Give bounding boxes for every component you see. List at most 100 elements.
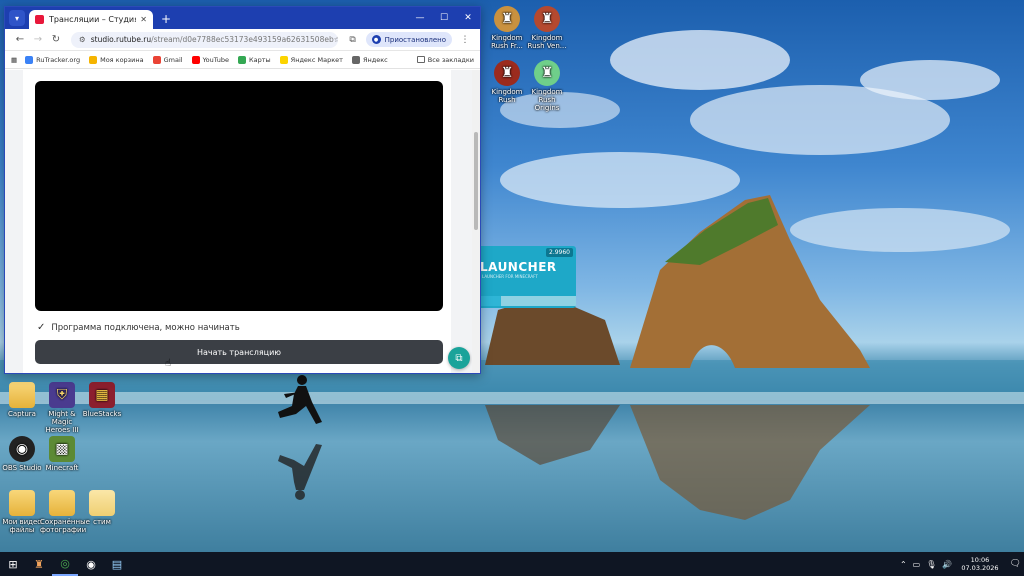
bookmark-item[interactable]: Яндекс Маркет: [279, 55, 343, 64]
clock[interactable]: 10:06 07.03.2026: [961, 556, 998, 572]
page-scrollbar[interactable]: [472, 70, 480, 373]
checkmark-icon: ✓: [37, 322, 46, 333]
all-bookmarks-button[interactable]: Все закладки: [416, 56, 474, 64]
page-viewport: ✓ Программа подключена, можно начинать Н…: [5, 70, 480, 373]
back-arrow-icon[interactable]: ←: [11, 34, 29, 45]
window-controls: — ☐ ✕: [408, 7, 480, 29]
yandex-icon: [351, 55, 360, 64]
heroes-shield-icon: ⛨: [49, 382, 75, 408]
yandex-market-icon: [279, 55, 288, 64]
desktop-icon-kingdom-rush[interactable]: ♜ Kingdom Rush: [485, 60, 529, 104]
windows-start-icon[interactable]: ⊞: [0, 552, 26, 576]
minimize-button[interactable]: —: [408, 7, 432, 29]
obs-taskbar-icon[interactable]: ◉: [78, 552, 104, 576]
menu-kebab-icon[interactable]: ⋮: [456, 35, 474, 45]
clock-time: 10:06: [970, 556, 990, 564]
launcher-version: 2.9960: [546, 248, 573, 257]
taskbar: ⊞ ♜ ◎ ◉ ▤ ⌃ ▭ 🎙 🔊 10:06 07.03.2026 🗨: [0, 552, 1024, 576]
launcher-title: LAUNCHER: [480, 260, 557, 274]
tab-rutube-studio[interactable]: Трансляции – Студия RUTUBE ✕: [29, 10, 153, 29]
desktop-icon-videos[interactable]: Мои видео файлы: [0, 490, 44, 534]
url-host: studio.rutube.ru: [90, 35, 152, 44]
kingdom-rush-icon: ♜: [534, 6, 560, 32]
launcher-taskbar-icon[interactable]: ▤: [104, 552, 130, 576]
support-chat-icon[interactable]: ⧉: [448, 347, 470, 369]
desktop-icon-captura[interactable]: Captura: [0, 382, 44, 418]
desktop-icon-kingdom-rush-vengeance[interactable]: ♜ Kingdom Rush Ven...: [525, 6, 569, 50]
folder-icon: [49, 490, 75, 516]
stream-preview-player[interactable]: [35, 81, 443, 311]
bookmarks-bar: ▦ RuTracker.org Моя корзина Gmail YouTub…: [5, 51, 480, 69]
launcher-progress-bar: [480, 296, 576, 306]
title-bar: ▾ Трансляции – Студия RUTUBE ✕ + — ☐ ✕: [5, 7, 480, 29]
rutube-favicon-icon: [35, 15, 44, 24]
folder-icon: [9, 382, 35, 408]
gmail-icon: [152, 55, 161, 64]
desktop-icon-kingdom-rush-frontiers[interactable]: ♜ Kingdom Rush Fr...: [485, 6, 529, 50]
system-tray: ⌃ ▭ 🎙 🔊 10:06 07.03.2026 🗨: [897, 552, 1024, 576]
extensions-icon[interactable]: ⧉: [344, 35, 362, 45]
profile-avatar-icon: ●: [371, 35, 381, 44]
forward-arrow-icon[interactable]: →: [29, 34, 47, 45]
bookmark-item[interactable]: YouTube: [191, 55, 229, 64]
browser-toolbar: ← → ↻ ⚙ studio.rutube.ru/stream/d0e7788e…: [5, 29, 480, 51]
desktop-icon-heroes[interactable]: ⛨ Might & Magic Heroes III: [40, 382, 84, 434]
folder-icon: [89, 490, 115, 516]
folder-icon: [9, 490, 35, 516]
minecraft-icon: ▩: [49, 436, 75, 462]
desktop-icon-minecraft[interactable]: ▩ Minecraft: [40, 436, 84, 472]
maximize-button[interactable]: ☐: [432, 7, 456, 29]
taskbar-app-icon[interactable]: ♜: [26, 552, 52, 576]
reload-icon[interactable]: ↻: [47, 34, 65, 45]
tab-title: Трансляции – Студия RUTUBE: [49, 15, 137, 24]
launcher-progress-fill: [480, 296, 502, 306]
kingdom-rush-icon: ♜: [494, 6, 520, 32]
bookmark-item[interactable]: Моя корзина: [89, 55, 144, 64]
connection-status: ✓ Программа подключена, можно начинать: [37, 322, 240, 333]
desktop-icon-photos[interactable]: Сохранённые фотографии: [40, 490, 90, 534]
apps-grid-icon[interactable]: ▦: [11, 56, 17, 64]
bookmark-folder-icon: [89, 55, 98, 64]
folder-icon: [416, 56, 425, 63]
tab-search-icon[interactable]: ▾: [9, 10, 25, 26]
bookmark-item[interactable]: Gmail: [152, 55, 183, 64]
bookmark-item[interactable]: Карты: [238, 55, 271, 64]
site-info-icon[interactable]: ⚙: [79, 35, 86, 44]
notifications-icon[interactable]: 🗨: [1010, 559, 1021, 569]
bookmark-item[interactable]: Яндекс: [351, 55, 388, 64]
desktop-icon-steam-folder[interactable]: стим: [80, 490, 124, 526]
minecraft-launcher-splash: 2.9960 LAUNCHER LAUNCHER FOR MINECRAFT: [480, 246, 576, 308]
bookmark-favicon-icon: [25, 55, 34, 64]
paused-label: Приостановлено: [384, 35, 446, 44]
desktop-icon-obs[interactable]: ◉ OBS Studio: [0, 436, 44, 472]
obs-icon: ◉: [9, 436, 35, 462]
desktop-icon-bluestacks[interactable]: ▦ BlueStacks: [80, 382, 124, 418]
kingdom-rush-icon: ♜: [494, 60, 520, 86]
start-stream-button[interactable]: Начать трансляцию: [35, 340, 443, 364]
maps-icon: [238, 55, 247, 64]
bookmark-star-icon[interactable]: ☆: [334, 35, 338, 44]
microphone-icon[interactable]: 🎙: [926, 560, 936, 569]
desktop-icon-kingdom-rush-origins[interactable]: ♜ Kingdom Rush Origins: [525, 60, 569, 112]
bookmark-item[interactable]: RuTracker.org: [25, 55, 80, 64]
address-bar[interactable]: ⚙ studio.rutube.ru/stream/d0e7788ec53173…: [71, 31, 338, 48]
stream-card: ✓ Программа подключена, можно начинать Н…: [23, 70, 451, 373]
mouse-cursor-icon: ☝: [165, 358, 172, 369]
volume-icon[interactable]: 🔊: [942, 560, 952, 569]
chrome-icon[interactable]: ◎: [52, 552, 78, 576]
kingdom-rush-icon: ♜: [534, 60, 560, 86]
launcher-subtitle: LAUNCHER FOR MINECRAFT: [482, 274, 538, 279]
bluestacks-icon: ▦: [89, 382, 115, 408]
youtube-icon: [191, 55, 200, 64]
close-window-button[interactable]: ✕: [456, 7, 480, 29]
tray-chevron-icon[interactable]: ⌃: [900, 560, 907, 569]
tab-close-icon[interactable]: ✕: [140, 15, 147, 24]
browser-window: ▾ Трансляции – Студия RUTUBE ✕ + — ☐ ✕ ←…: [4, 6, 481, 374]
profile-paused-button[interactable]: ● Приостановлено: [365, 32, 452, 47]
status-text: Программа подключена, можно начинать: [51, 322, 240, 333]
scrollbar-thumb[interactable]: [474, 132, 478, 230]
clock-date: 07.03.2026: [961, 564, 999, 572]
network-icon[interactable]: ▭: [913, 560, 921, 569]
new-tab-button[interactable]: +: [161, 12, 171, 26]
url-path: /stream/d0e7788ec53173e493159a62631508eb: [151, 35, 334, 44]
